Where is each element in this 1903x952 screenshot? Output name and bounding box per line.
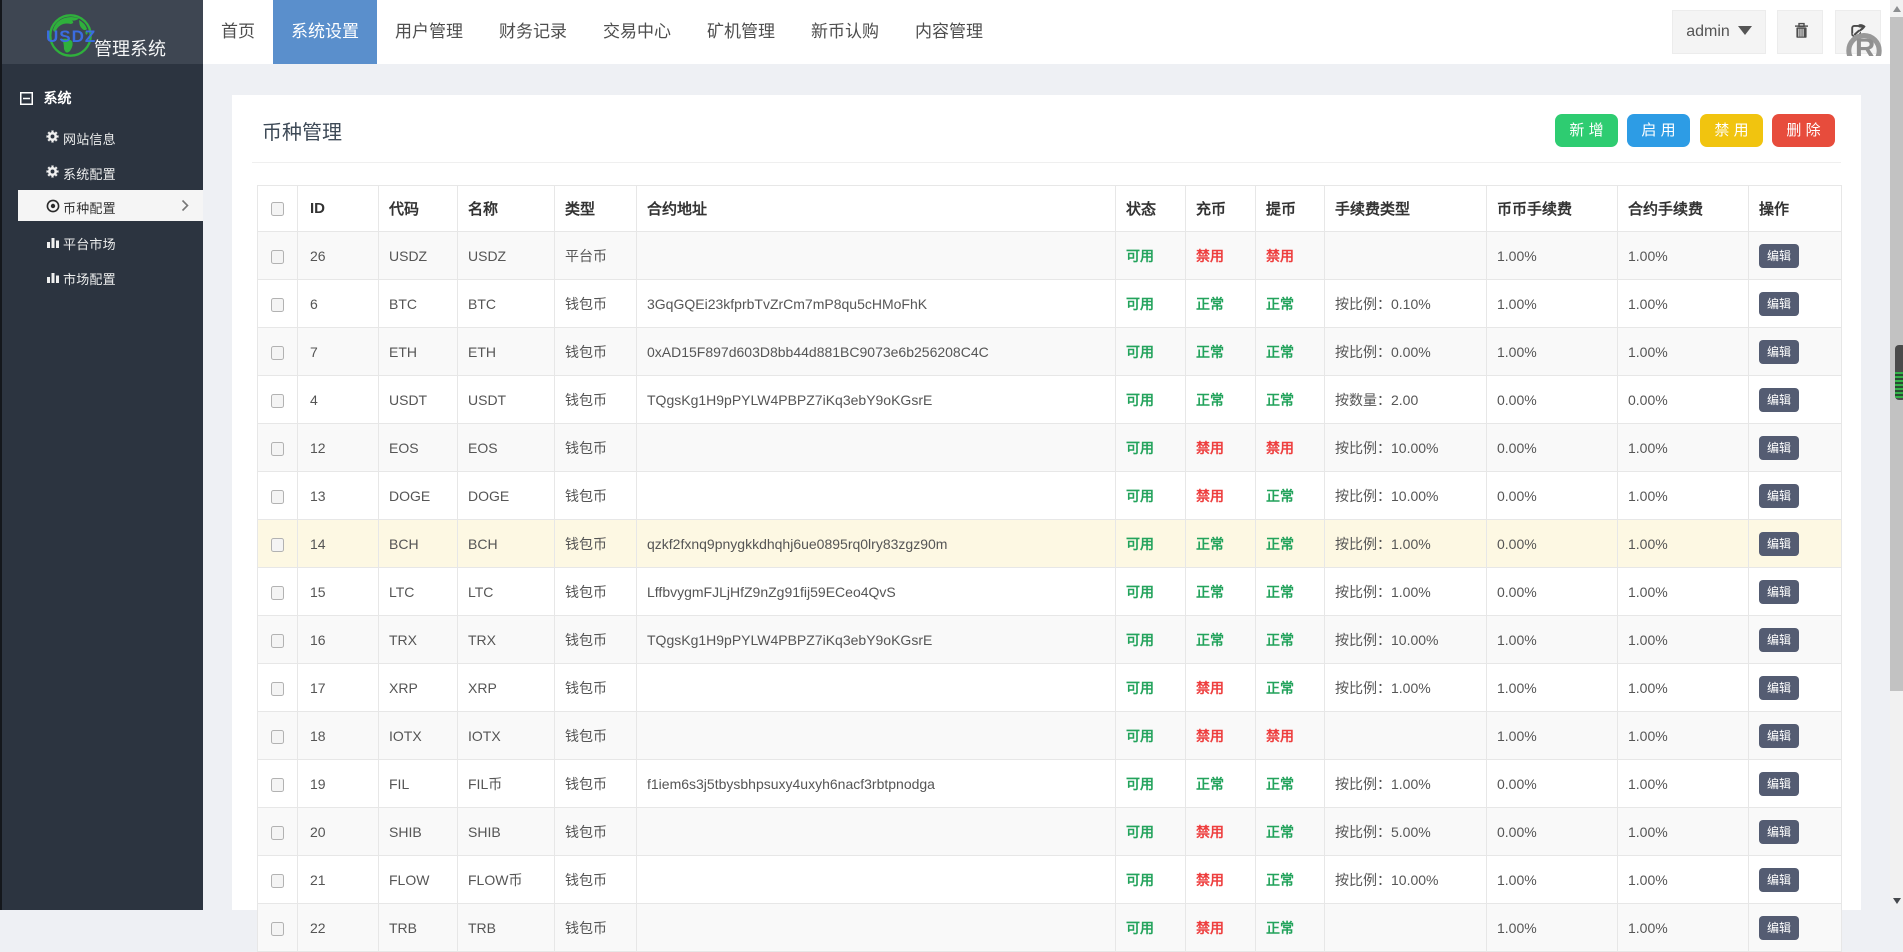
svg-text:R: R [1855,33,1875,56]
